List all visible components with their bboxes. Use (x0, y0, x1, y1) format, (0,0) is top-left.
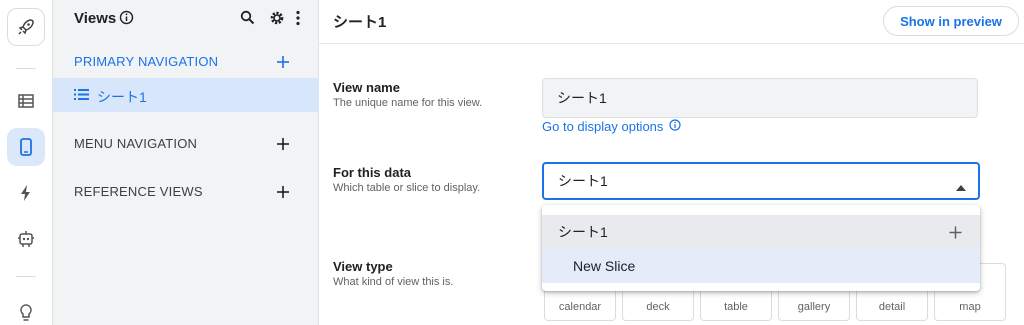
dropdown-option-label: シート1 (558, 224, 608, 240)
add-primary-view-icon[interactable] (276, 55, 290, 69)
phone-icon[interactable] (7, 128, 45, 166)
primary-navigation-header: PRIMARY NAVIGATION (74, 54, 219, 69)
for-this-data-label: For this data (333, 165, 412, 180)
views-panel: Views PRIMARY NAVIGATION シート1 MENU NAVIG… (53, 0, 319, 325)
display-options-link-text: Go to display options (542, 119, 664, 134)
view-type-label-text: detail (878, 301, 906, 313)
dropdown-option-new-slice[interactable]: New Slice (542, 249, 980, 283)
menu-navigation-header: MENU NAVIGATION (74, 136, 198, 151)
table-icon[interactable] (7, 82, 45, 120)
data-source-dropdown: シート1 New Slice (542, 205, 980, 291)
lightbulb-icon[interactable] (7, 294, 45, 325)
bolt-icon[interactable] (7, 174, 45, 212)
for-this-data-help: Which table or slice to display. (333, 182, 481, 194)
info-icon (669, 119, 682, 134)
rail-divider (16, 276, 36, 277)
nav-item-label: シート1 (97, 89, 147, 105)
page-title: シート1 (333, 14, 387, 31)
view-type-label-text: map (959, 301, 981, 313)
main-header: シート1 Show in preview (319, 0, 1024, 44)
display-options-link[interactable]: Go to display options (542, 119, 682, 134)
rocket-icon[interactable] (7, 8, 45, 46)
gear-icon[interactable] (269, 10, 285, 31)
view-name-input[interactable]: シート1 (542, 78, 978, 118)
view-name-value: シート1 (557, 90, 607, 106)
nav-item-sheet1[interactable]: シート1 (53, 78, 319, 112)
views-header: Views (53, 0, 319, 40)
left-rail (0, 0, 53, 325)
bot-icon[interactable] (7, 220, 45, 258)
more-vert-icon[interactable] (295, 10, 301, 31)
view-type-label-text: calendar (558, 301, 602, 313)
for-this-data-value: シート1 (558, 173, 608, 189)
rail-divider (16, 68, 36, 69)
caret-up-icon (956, 178, 966, 194)
for-this-data-select[interactable]: シート1 (542, 162, 980, 200)
views-title: Views (74, 10, 117, 27)
view-type-help: What kind of view this is. (333, 276, 454, 288)
view-type-label: View type (333, 259, 393, 274)
view-name-help: The unique name for this view. (333, 97, 483, 109)
view-name-label: View name (333, 80, 400, 95)
add-menu-view-icon[interactable] (276, 137, 290, 151)
search-icon[interactable] (240, 10, 255, 30)
info-icon[interactable] (119, 10, 134, 30)
add-icon[interactable] (949, 226, 962, 242)
show-in-preview-button[interactable]: Show in preview (883, 6, 1019, 36)
reference-views-header: REFERENCE VIEWS (74, 184, 203, 199)
view-type-label-text: table (724, 301, 748, 313)
dropdown-option-sheet1[interactable]: シート1 (542, 215, 980, 249)
list-icon (74, 88, 89, 106)
view-type-label-text: gallery (797, 301, 831, 313)
dropdown-option-label: New Slice (573, 258, 636, 274)
view-type-label-text: deck (646, 301, 670, 313)
add-reference-view-icon[interactable] (276, 185, 290, 199)
